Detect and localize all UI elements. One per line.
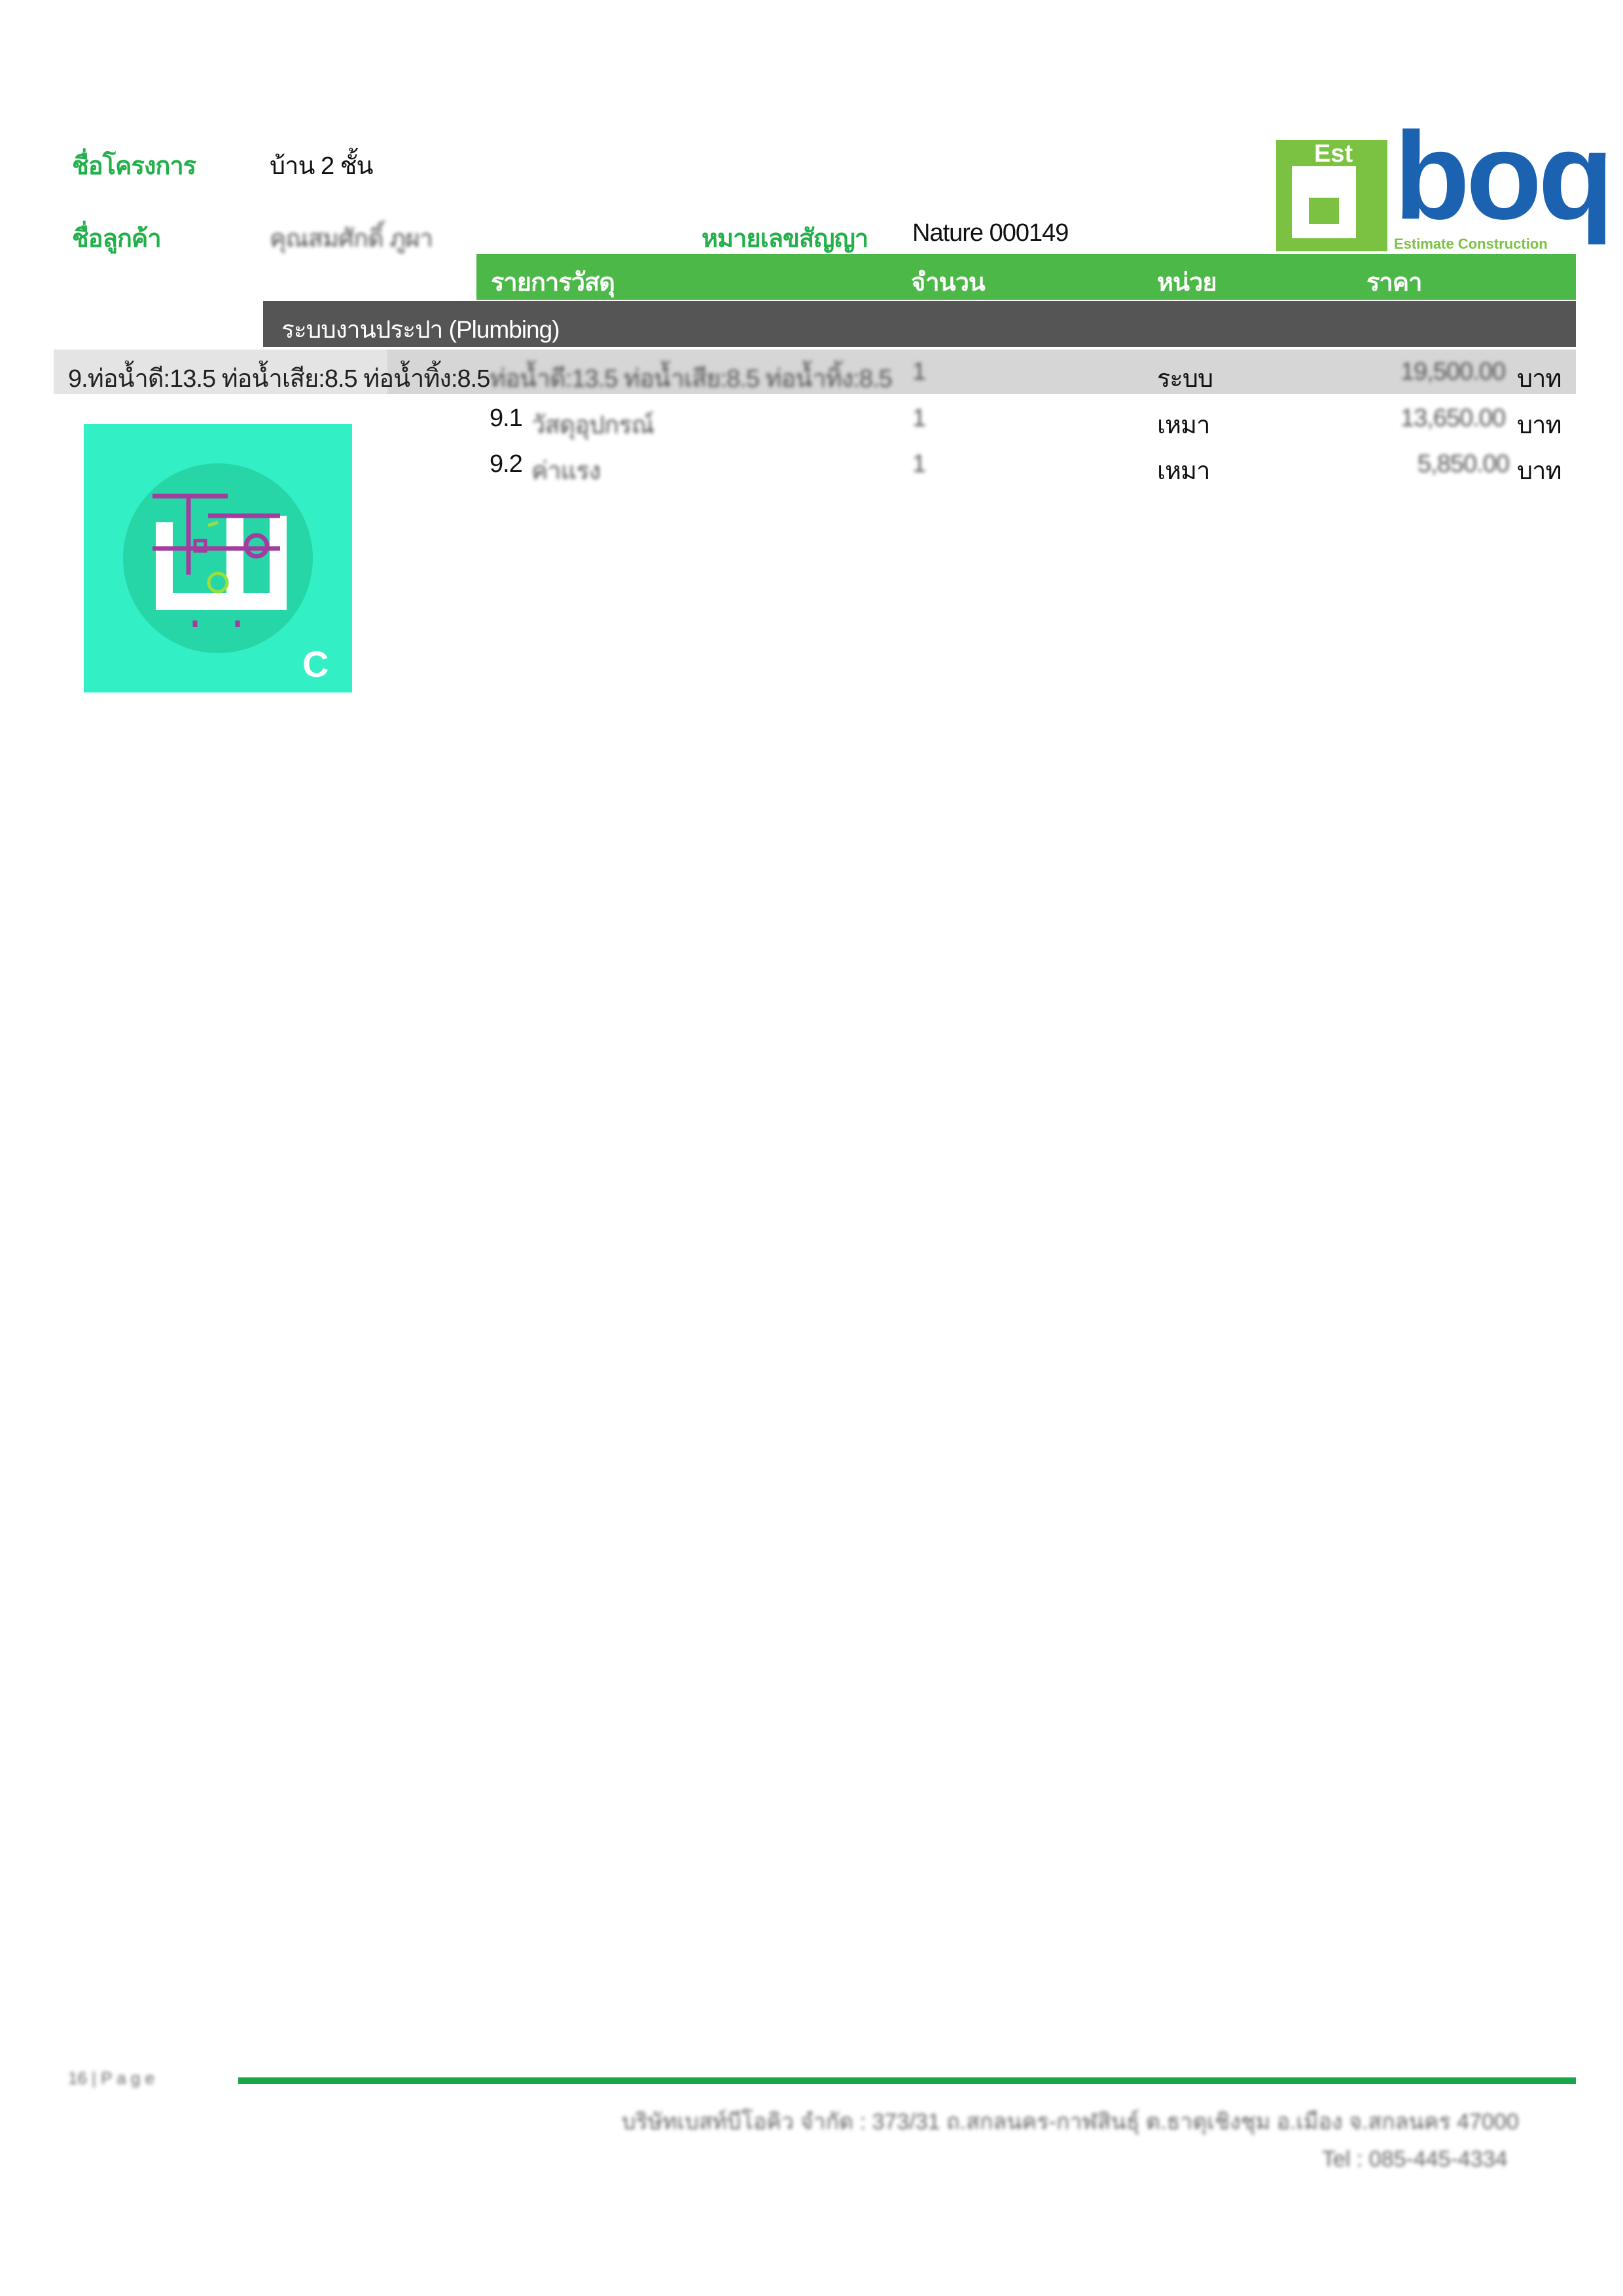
row-item: ค่าแรง — [531, 457, 601, 485]
logo-box-text: Est — [1314, 140, 1353, 168]
project-value: บ้าน 2 ชั้น — [270, 152, 373, 180]
contract-label: หมายเลขสัญญา — [702, 225, 868, 253]
logo-word: boq — [1394, 107, 1614, 245]
row-no: 9.1 — [490, 404, 523, 432]
group-price: 19,500.00 — [1400, 358, 1506, 386]
row-currency: บาท — [1517, 412, 1562, 439]
footer-tel: Tel : 085-445-4334 — [1322, 2147, 1508, 2172]
company-logo: Est boq Estimate Construction — [1276, 114, 1614, 253]
section-title: ระบบงานประปา (Plumbing) — [281, 316, 560, 343]
row-unit: เหมา — [1157, 412, 1210, 439]
header-unit: หน่วย — [1157, 269, 1217, 296]
table-header: รายการวัสดุ จำนวน หน่วย ราคา — [476, 254, 1576, 300]
header-item: รายการวัสดุ — [491, 269, 615, 296]
plumbing-tile: C — [84, 424, 352, 692]
row-price: 13,650.00 — [1400, 404, 1506, 432]
page-number: 16 | P a g e — [68, 2068, 155, 2088]
row-item: วัสดุอุปกรณ์ — [531, 412, 654, 439]
logo-tagline: Estimate Construction — [1394, 236, 1548, 252]
customer-label: ชื่อลูกค้า — [72, 225, 162, 253]
group-unit: ระบบ — [1157, 365, 1213, 393]
contract-value: Nature 000149 — [912, 219, 1069, 247]
footer-address: บริษัทเบสท์บีโอคิว จำกัด : 373/31 ถ.สกลน… — [622, 2109, 1519, 2134]
group-left-label: 9.ท่อน้ำดี:13.5 ท่อน้ำเสีย:8.5 ท่อน้ำทิ้… — [68, 365, 490, 393]
customer-value: คุณสมศักดิ์ ภูผา — [270, 225, 433, 253]
tile-letter: C — [302, 643, 329, 685]
row-price: 5,850.00 — [1418, 450, 1510, 478]
group-item: ท่อน้ำดี:13.5 ท่อน้ำเสีย:8.5 ท่อน้ำทิ้ง:… — [490, 365, 893, 393]
row-qty: 1 — [912, 404, 926, 432]
row-unit: เหมา — [1157, 457, 1210, 485]
row-currency: บาท — [1517, 457, 1562, 485]
row-qty: 1 — [912, 450, 926, 478]
group-currency: บาท — [1517, 365, 1562, 393]
project-label: ชื่อโครงการ — [72, 152, 196, 180]
group-qty: 1 — [912, 358, 926, 386]
header-qty: จำนวน — [911, 269, 986, 296]
section-title-bar: ระบบงานประปา (Plumbing) — [263, 301, 1576, 347]
row-no: 9.2 — [490, 450, 523, 478]
logo-box: Est — [1276, 140, 1387, 251]
header-price: ราคา — [1366, 269, 1423, 296]
footer-divider — [238, 2077, 1576, 2084]
